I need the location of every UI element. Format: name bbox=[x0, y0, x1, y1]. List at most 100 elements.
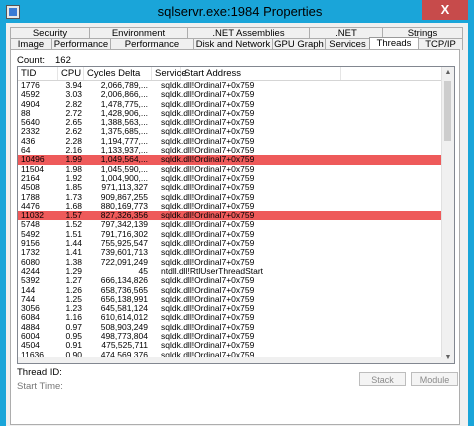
cell-cpu: 1.98 bbox=[65, 164, 82, 174]
table-row[interactable]: 10496 1.99 1,049,564,... sqldk.dll!Ordinal7… bbox=[18, 155, 442, 165]
cell-tid: 4508 bbox=[21, 183, 40, 193]
cell-cpu: 1.27 bbox=[65, 276, 82, 286]
cell-cycles-delta: 2,066,789,... bbox=[100, 81, 148, 90]
cell-tid: 9156 bbox=[21, 239, 40, 249]
cell-cpu: 0.95 bbox=[65, 332, 82, 342]
vertical-scrollbar[interactable]: ▲ ▼ bbox=[441, 67, 454, 363]
table-row[interactable]: 4476 1.68 880,169,773 sqldk.dll!Ordinal7+0x… bbox=[18, 202, 442, 211]
table-row[interactable]: 6004 0.95 498,773,804 sqldk.dll!Ordinal7+0x… bbox=[18, 332, 442, 341]
cell-tid: 11032 bbox=[21, 211, 45, 221]
cell-start-address: sqldk.dll!Ordinal7+0x759 bbox=[161, 155, 255, 165]
cell-start-address: sqldk.dll!Ordinal7+0x759 bbox=[161, 257, 255, 267]
cell-cpu: 2.72 bbox=[65, 108, 82, 118]
cell-cpu: 2.16 bbox=[65, 146, 82, 156]
cell-start-address: sqldk.dll!Ordinal7+0x759 bbox=[161, 173, 255, 183]
properties-panel: Security Environment .NET Assemblies .NE… bbox=[6, 23, 468, 426]
cell-cycles-delta: 610,614,012 bbox=[100, 313, 148, 323]
module-button[interactable]: Module bbox=[411, 372, 458, 386]
table-row[interactable]: 144 1.26 658,736,565 sqldk.dll!Ordinal7+0x7… bbox=[18, 286, 442, 295]
cell-cpu: 1.25 bbox=[65, 294, 82, 304]
table-row[interactable]: 64 2.16 1,133,937,... sqldk.dll!Ordinal7+0x… bbox=[18, 146, 442, 155]
table-row[interactable]: 1788 1.73 909,867,255 sqldk.dll!Ordinal7+0x… bbox=[18, 193, 442, 202]
cell-start-address: sqldk.dll!Ordinal7+0x759 bbox=[161, 220, 255, 230]
cell-start-address: sqldk.dll!Ordinal7+0x759 bbox=[161, 183, 255, 193]
table-row[interactable]: 9156 1.44 755,925,547 sqldk.dll!Ordinal7+0x… bbox=[18, 239, 442, 248]
cell-tid: 1788 bbox=[21, 192, 40, 202]
table-row[interactable]: 11032 1.57 827,326,356 sqldk.dll!Ordinal7+0… bbox=[18, 211, 442, 221]
table-row[interactable]: 6080 1.38 722,091,249 sqldk.dll!Ordinal7+0x… bbox=[18, 258, 442, 267]
table-row[interactable]: 4504 0.91 475,525,711 sqldk.dll!Ordinal7+0x… bbox=[18, 341, 442, 350]
table-row[interactable]: 1776 3.94 2,066,789,... sqldk.dll!Ordinal7+… bbox=[18, 81, 442, 90]
cell-cycles-delta: 2,006,866,... bbox=[100, 90, 148, 100]
table-row[interactable]: 1732 1.41 739,601,713 sqldk.dll!Ordinal7+0x… bbox=[18, 248, 442, 257]
stack-button[interactable]: Stack bbox=[359, 372, 406, 386]
cell-start-address: sqldk.dll!Ordinal7+0x759 bbox=[161, 90, 255, 100]
cell-cycles-delta: 658,736,565 bbox=[100, 285, 148, 295]
cell-start-address: sqldk.dll!Ordinal7+0x759 bbox=[161, 322, 255, 332]
table-row[interactable]: 11504 1.98 1,045,590,... sqldk.dll!Ordinal7… bbox=[18, 165, 442, 174]
table-row[interactable]: 2164 1.92 1,004,900,... sqldk.dll!Ordinal7+… bbox=[18, 174, 442, 183]
cell-cycles-delta: 1,388,563,... bbox=[100, 118, 148, 128]
cell-cycles-delta: 1,045,590,... bbox=[100, 164, 148, 174]
cell-cpu: 1.99 bbox=[65, 155, 82, 165]
app-icon bbox=[6, 5, 20, 19]
cell-tid: 10496 bbox=[21, 155, 45, 165]
threads-table[interactable]: TID CPU Cycles Delta Service Start Addre… bbox=[17, 66, 455, 364]
cell-start-address: sqldk.dll!Ordinal7+0x759 bbox=[161, 294, 255, 304]
column-header-cycles-delta[interactable]: Cycles Delta bbox=[84, 67, 152, 80]
cell-cpu: 1.73 bbox=[65, 192, 82, 202]
cell-cpu: 3.03 bbox=[65, 90, 82, 100]
column-header-cpu[interactable]: CPU bbox=[58, 67, 84, 80]
table-row[interactable]: 88 2.72 1,428,906,... sqldk.dll!Ordinal7+0x… bbox=[18, 109, 442, 118]
cell-start-address: sqldk.dll!Ordinal7+0x759 bbox=[161, 99, 255, 109]
cell-start-address: sqldk.dll!Ordinal7+0x759 bbox=[161, 81, 255, 90]
table-row[interactable]: 2332 2.62 1,375,685,... sqldk.dll!Ordinal7+… bbox=[18, 127, 442, 136]
table-row[interactable]: 4592 3.03 2,006,866,... sqldk.dll!Ordinal7+… bbox=[18, 90, 442, 99]
column-header-tid[interactable]: TID bbox=[18, 67, 58, 80]
cell-start-address: sqldk.dll!Ordinal7+0x759 bbox=[161, 146, 255, 156]
table-row[interactable]: 3056 1.23 645,581,124 sqldk.dll!Ordinal7+0x… bbox=[18, 304, 442, 313]
cell-tid: 6080 bbox=[21, 257, 40, 267]
cell-cycles-delta: 656,138,991 bbox=[100, 294, 148, 304]
horizontal-scrollbar[interactable] bbox=[18, 357, 442, 363]
scroll-thumb[interactable] bbox=[444, 81, 451, 141]
cell-start-address: sqldk.dll!Ordinal7+0x759 bbox=[161, 229, 255, 239]
cell-cpu: 1.44 bbox=[65, 239, 82, 249]
table-row[interactable]: 5392 1.27 666,134,826 sqldk.dll!Ordinal7+0x… bbox=[18, 276, 442, 285]
table-row[interactable]: 5748 1.52 797,342,139 sqldk.dll!Ordinal7+0x… bbox=[18, 220, 442, 229]
table-row[interactable]: 436 2.28 1,194,777,... sqldk.dll!Ordinal7+0… bbox=[18, 137, 442, 146]
close-button[interactable]: X bbox=[422, 0, 468, 20]
cell-cycles-delta: 1,478,775,... bbox=[100, 99, 148, 109]
column-header-start-address[interactable]: Start Address bbox=[181, 67, 341, 80]
cell-cycles-delta: 1,133,937,... bbox=[100, 146, 148, 156]
table-row[interactable]: 744 1.25 656,138,991 sqldk.dll!Ordinal7+0x7… bbox=[18, 295, 442, 304]
table-row[interactable]: 4244 1.29 45 ntdll.dll!RtlUserThreadStart bbox=[18, 267, 442, 276]
table-row[interactable]: 6084 1.16 610,614,012 sqldk.dll!Ordinal7+0x… bbox=[18, 313, 442, 322]
cell-cpu: 1.85 bbox=[65, 183, 82, 193]
table-row[interactable]: 5492 1.51 791,716,302 sqldk.dll!Ordinal7+0x… bbox=[18, 230, 442, 239]
cell-cycles-delta: 475,525,711 bbox=[101, 341, 148, 351]
scroll-down-icon[interactable]: ▼ bbox=[444, 354, 452, 361]
cell-cycles-delta: 722,091,249 bbox=[100, 257, 148, 267]
cell-start-address: sqldk.dll!Ordinal7+0x759 bbox=[161, 118, 255, 128]
table-row[interactable]: 4904 2.82 1,478,775,... sqldk.dll!Ordinal7+… bbox=[18, 100, 442, 109]
cell-start-address: sqldk.dll!Ordinal7+0x759 bbox=[161, 201, 255, 211]
cell-cpu: 1.92 bbox=[65, 173, 82, 183]
cell-cycles-delta: 508,903,249 bbox=[100, 322, 148, 332]
count-value: 162 bbox=[55, 55, 71, 66]
column-header-service[interactable]: Service bbox=[152, 67, 187, 80]
table-row[interactable]: 4508 1.85 971,113,327 sqldk.dll!Ordinal7+0x… bbox=[18, 183, 442, 192]
cell-cycles-delta: 880,169,773 bbox=[100, 201, 148, 211]
scroll-up-icon[interactable]: ▲ bbox=[444, 69, 452, 76]
cell-tid: 5640 bbox=[21, 118, 40, 128]
table-row[interactable]: 4884 0.97 508,903,249 sqldk.dll!Ordinal7+0x… bbox=[18, 323, 442, 332]
cell-cycles-delta: 971,113,327 bbox=[101, 183, 148, 193]
table-row[interactable]: 5640 2.65 1,388,563,... sqldk.dll!Ordinal7+… bbox=[18, 118, 442, 127]
cell-tid: 5748 bbox=[21, 220, 40, 230]
cell-cpu: 2.62 bbox=[65, 127, 82, 137]
table-header: TID CPU Cycles Delta Service Start Addre… bbox=[18, 67, 454, 81]
cell-start-address: sqldk.dll!Ordinal7+0x759 bbox=[161, 239, 255, 249]
cell-tid: 436 bbox=[21, 136, 36, 146]
cell-start-address: sqldk.dll!Ordinal7+0x759 bbox=[161, 127, 255, 137]
cell-cycles-delta: 45 bbox=[138, 266, 148, 276]
